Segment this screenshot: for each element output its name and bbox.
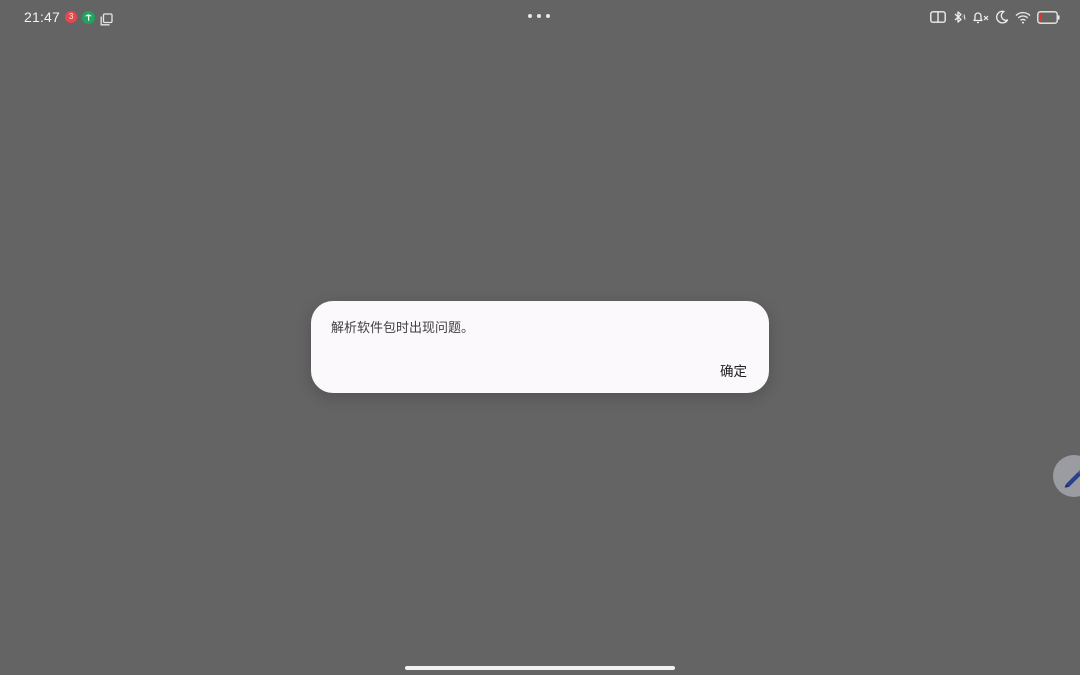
dual-screen-icon <box>930 11 946 23</box>
handle-dot <box>528 14 532 18</box>
error-dialog: 解析软件包时出现问题。 确定 <box>311 301 769 393</box>
green-app-icon <box>82 10 96 24</box>
pen-icon <box>1064 470 1080 488</box>
ok-button[interactable]: 确定 <box>716 356 751 384</box>
copy-icon <box>100 11 113 25</box>
bluetooth-icon <box>952 10 966 24</box>
dialog-message: 解析软件包时出现问题。 <box>331 321 475 336</box>
gesture-navigation-bar[interactable] <box>405 666 675 670</box>
battery-icon <box>1037 10 1060 24</box>
status-bar: 21:47 3 <box>0 0 1080 34</box>
status-time: 21:47 <box>24 9 61 25</box>
handle-dot <box>537 14 541 18</box>
moon-icon <box>995 10 1009 24</box>
handle-dot <box>546 14 550 18</box>
wifi-icon <box>1015 11 1031 24</box>
pen-floating-button[interactable] <box>1053 455 1080 497</box>
status-right <box>930 8 1060 26</box>
multi-window-handle[interactable] <box>528 14 550 18</box>
mute-icon <box>972 10 989 24</box>
notification-badge-icon: 3 <box>65 11 78 23</box>
status-left: 21:47 3 <box>24 8 113 26</box>
